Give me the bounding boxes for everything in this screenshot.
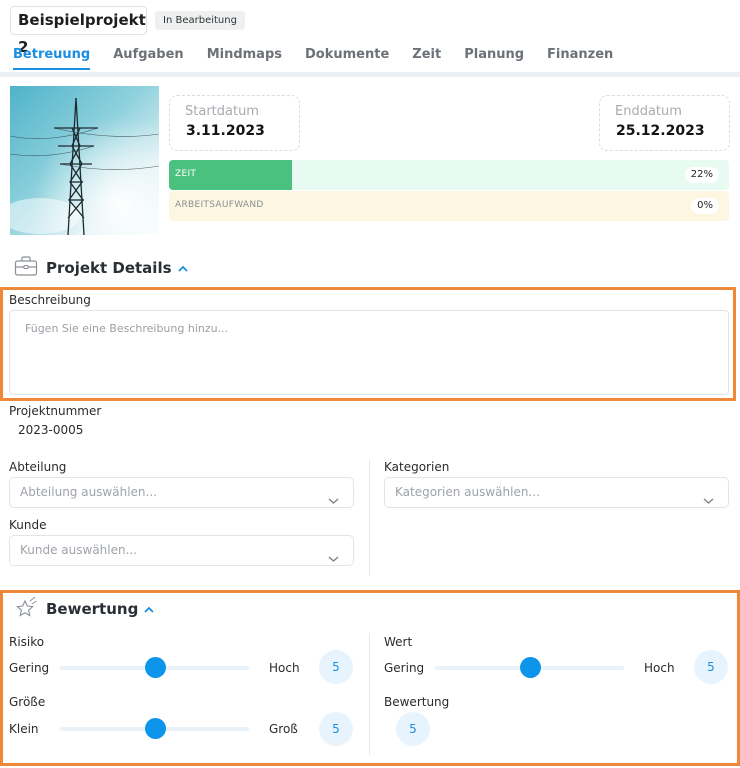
rating-header[interactable]: Bewertung bbox=[14, 596, 154, 621]
chevron-down-icon bbox=[703, 487, 714, 516]
size-score: 5 bbox=[319, 712, 353, 746]
worth-score: 5 bbox=[694, 650, 728, 684]
tab-divider bbox=[0, 72, 740, 77]
risk-high-label: Hoch bbox=[269, 661, 300, 675]
project-image[interactable] bbox=[10, 86, 159, 235]
end-date-value: 25.12.2023 bbox=[616, 123, 705, 139]
star-icon bbox=[14, 596, 38, 621]
risk-label: Risiko bbox=[9, 635, 45, 649]
chevron-down-icon bbox=[328, 545, 339, 574]
tab-planung[interactable]: Planung bbox=[464, 40, 524, 70]
risk-score: 5 bbox=[319, 650, 353, 684]
effort-progress-bar: ARBEITSAUFWAND 0% bbox=[169, 191, 729, 221]
chevron-up-icon[interactable] bbox=[177, 261, 188, 275]
worth-slider-thumb[interactable] bbox=[519, 657, 541, 678]
tab-betreuung[interactable]: Betreuung bbox=[13, 40, 91, 70]
end-date-card[interactable]: Enddatum 25.12.2023 bbox=[599, 95, 730, 151]
size-high-label: Groß bbox=[269, 722, 298, 736]
chevron-up-icon[interactable] bbox=[144, 602, 154, 616]
overall-rating-score: 5 bbox=[396, 712, 430, 746]
briefcase-icon bbox=[14, 255, 38, 280]
rating-title: Bewertung bbox=[46, 599, 139, 618]
description-label: Beschreibung bbox=[9, 293, 91, 307]
column-divider bbox=[369, 460, 370, 576]
tab-aufgaben[interactable]: Aufgaben bbox=[113, 40, 183, 70]
risk-low-label: Gering bbox=[9, 661, 50, 675]
size-slider-thumb[interactable] bbox=[144, 718, 166, 739]
effort-progress-percent: 0% bbox=[691, 198, 719, 214]
tab-finanzen[interactable]: Finanzen bbox=[547, 40, 613, 70]
project-title: Beispielprojekt 2 bbox=[10, 6, 147, 56]
categories-select[interactable]: Kategorien auswählen... bbox=[384, 477, 729, 508]
start-date-label: Startdatum bbox=[185, 104, 259, 119]
overall-rating-label: Bewertung bbox=[384, 695, 450, 709]
end-date-label: Enddatum bbox=[615, 104, 682, 119]
tab-mindmaps[interactable]: Mindmaps bbox=[207, 40, 282, 70]
department-select[interactable]: Abteilung auswählen... bbox=[9, 477, 354, 508]
project-number-value: 2023-0005 bbox=[18, 423, 84, 437]
project-number-label: Projektnummer bbox=[9, 404, 102, 418]
worth-label: Wert bbox=[384, 635, 413, 649]
categories-label: Kategorien bbox=[384, 460, 450, 474]
start-date-value: 3.11.2023 bbox=[186, 123, 265, 139]
effort-progress-label: ARBEITSAUFWAND bbox=[175, 200, 264, 210]
time-progress-bar: ZEIT 22% bbox=[169, 160, 729, 190]
risk-slider-thumb[interactable] bbox=[144, 657, 166, 678]
size-low-label: Klein bbox=[9, 722, 39, 736]
worth-low-label: Gering bbox=[384, 661, 425, 675]
customer-placeholder: Kunde auswählen... bbox=[20, 543, 138, 557]
worth-high-label: Hoch bbox=[644, 661, 675, 675]
time-progress-percent: 22% bbox=[684, 167, 719, 183]
time-progress-label: ZEIT bbox=[175, 169, 197, 179]
chevron-down-icon bbox=[328, 487, 339, 516]
description-textarea[interactable]: Fügen Sie eine Beschreibung hinzu... bbox=[9, 310, 729, 395]
customer-label: Kunde bbox=[9, 518, 47, 532]
department-label: Abteilung bbox=[9, 460, 67, 474]
categories-placeholder: Kategorien auswählen... bbox=[395, 485, 540, 499]
rating-column-divider bbox=[369, 633, 370, 755]
tab-zeit[interactable]: Zeit bbox=[412, 40, 441, 70]
customer-select[interactable]: Kunde auswählen... bbox=[9, 535, 354, 566]
start-date-card[interactable]: Startdatum 3.11.2023 bbox=[169, 95, 300, 151]
tab-bar: Betreuung Aufgaben Mindmaps Dokumente Ze… bbox=[13, 40, 636, 74]
size-label: Größe bbox=[9, 695, 46, 709]
project-details-header[interactable]: Projekt Details bbox=[14, 255, 188, 280]
project-details-title: Projekt Details bbox=[46, 258, 172, 277]
status-badge: In Bearbeitung bbox=[155, 11, 245, 30]
department-placeholder: Abteilung auswählen... bbox=[20, 485, 157, 499]
tab-dokumente[interactable]: Dokumente bbox=[305, 40, 389, 70]
